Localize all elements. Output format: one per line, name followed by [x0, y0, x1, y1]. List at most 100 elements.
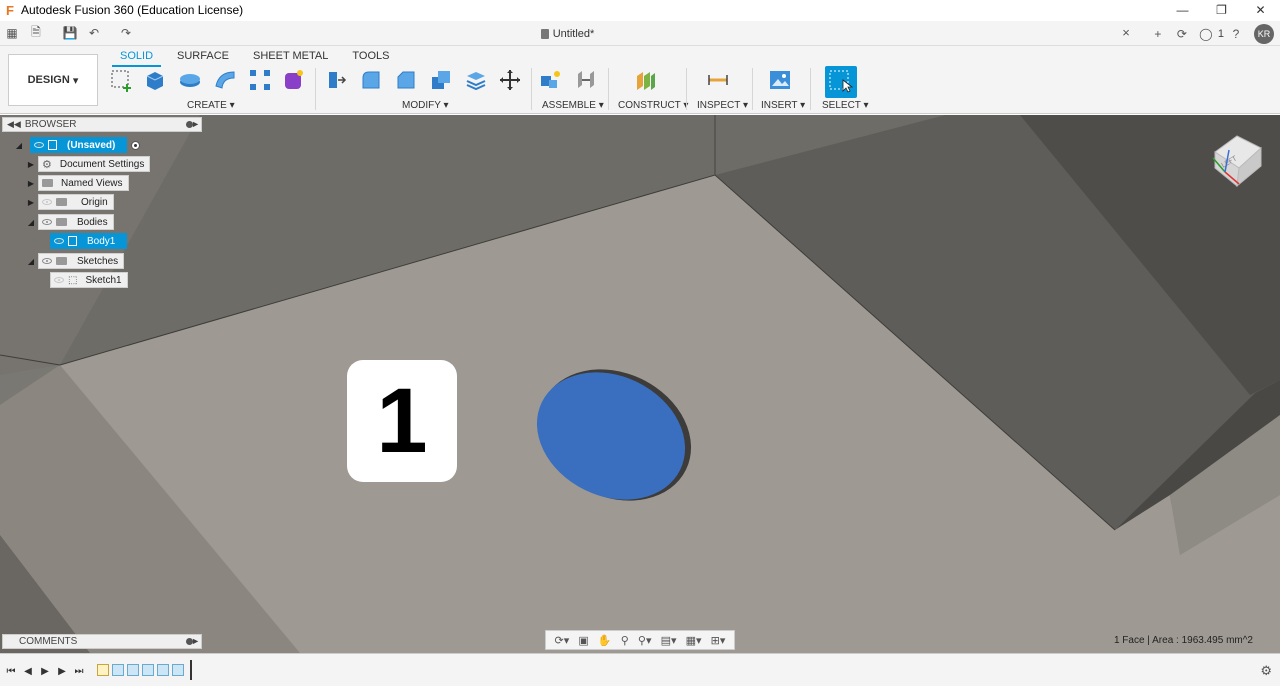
- named-views-node[interactable]: Named Views: [38, 175, 129, 191]
- new-component-icon[interactable]: [539, 68, 563, 92]
- timeline-feature-item[interactable]: [127, 664, 139, 676]
- revolve-icon[interactable]: [178, 68, 202, 92]
- inspect-menu[interactable]: INSPECT ▾: [697, 100, 748, 111]
- tree-row-body1[interactable]: Body1: [50, 233, 128, 249]
- insert-menu[interactable]: INSERT ▾: [761, 100, 805, 111]
- extensions-icon[interactable]: ⟳: [1170, 21, 1194, 46]
- shell-icon[interactable]: [429, 68, 453, 92]
- timeline-feature-item[interactable]: [172, 664, 184, 676]
- create-menu[interactable]: CREATE ▾: [187, 100, 235, 111]
- orbit-icon[interactable]: ⟳▾: [555, 634, 570, 647]
- collapse-browser-icon[interactable]: ◀◀: [7, 119, 21, 130]
- root-component-node[interactable]: (Unsaved): [30, 137, 128, 153]
- tab-solid[interactable]: SOLID: [108, 48, 165, 67]
- step-forward-icon[interactable]: ▶: [55, 664, 69, 678]
- visibility-eye-icon[interactable]: [54, 238, 64, 244]
- viewcube[interactable]: LEFT: [1205, 128, 1267, 190]
- restore-button[interactable]: ❐: [1202, 0, 1241, 20]
- tree-row-sketches[interactable]: ◢ Sketches: [26, 253, 125, 269]
- zoom-icon[interactable]: ⚲: [621, 634, 629, 647]
- expand-toggle-icon[interactable]: ▶: [26, 194, 36, 210]
- go-to-start-icon[interactable]: ⏮: [4, 664, 18, 678]
- user-avatar[interactable]: KR: [1254, 23, 1274, 44]
- tree-row-bodies[interactable]: ◢ Bodies: [26, 214, 114, 230]
- document-tab[interactable]: Untitled*: [0, 21, 1135, 46]
- measure-icon[interactable]: [706, 68, 730, 92]
- rectangular-pattern-icon[interactable]: [248, 68, 272, 92]
- timeline-feature-item[interactable]: [112, 664, 124, 676]
- timeline-settings-gear-icon[interactable]: ⚙: [1260, 663, 1272, 679]
- timeline-feature-item[interactable]: [157, 664, 169, 676]
- expand-toggle-icon[interactable]: ▶: [26, 156, 36, 172]
- sweep-icon[interactable]: [213, 68, 237, 92]
- fillet-icon[interactable]: [359, 68, 383, 92]
- insert-canvas-icon[interactable]: [768, 68, 792, 92]
- expand-panel-icon[interactable]: ►: [191, 119, 200, 129]
- viewports-icon[interactable]: ⊞▾: [711, 634, 726, 647]
- visibility-eye-icon[interactable]: [34, 142, 44, 148]
- hidden-eye-icon[interactable]: [54, 277, 64, 283]
- activate-component-icon[interactable]: [131, 140, 141, 150]
- move-copy-icon[interactable]: [498, 68, 522, 92]
- offset-plane-icon[interactable]: [634, 68, 658, 92]
- extrude-icon[interactable]: [143, 68, 167, 92]
- minimize-button[interactable]: —: [1163, 0, 1202, 20]
- zoom-window-icon[interactable]: ⚲▾: [638, 634, 652, 647]
- hidden-eye-icon[interactable]: [42, 199, 52, 205]
- sketches-node[interactable]: Sketches: [38, 253, 125, 269]
- expand-panel-icon[interactable]: ►: [191, 636, 200, 646]
- pan-hand-icon[interactable]: ✋: [598, 634, 612, 647]
- go-to-end-icon[interactable]: ⏭: [72, 664, 86, 678]
- browser-panel-header[interactable]: ◀◀ BROWSER ►: [2, 117, 202, 132]
- new-tab-icon[interactable]: +: [1146, 21, 1170, 46]
- look-at-icon[interactable]: ▣: [578, 634, 588, 647]
- form-icon[interactable]: [282, 68, 306, 92]
- collapse-toggle-icon[interactable]: ◢: [14, 137, 24, 153]
- assemble-menu[interactable]: ASSEMBLE ▾: [542, 100, 604, 111]
- construct-menu[interactable]: CONSTRUCT ▾: [618, 100, 688, 111]
- press-pull-icon[interactable]: [324, 68, 348, 92]
- workspace-label: DESIGN: [27, 74, 70, 86]
- tab-tools[interactable]: TOOLS: [340, 48, 401, 64]
- display-settings-icon[interactable]: ▤▾: [661, 634, 677, 647]
- close-window-button[interactable]: ✕: [1241, 0, 1280, 20]
- create-sketch-icon[interactable]: [109, 68, 133, 92]
- canvas-viewport[interactable]: [0, 115, 1280, 653]
- expand-toggle-icon[interactable]: ▶: [26, 175, 36, 191]
- origin-node[interactable]: Origin: [38, 194, 114, 210]
- body1-node[interactable]: Body1: [50, 233, 128, 249]
- job-status-icon[interactable]: ◯: [1194, 21, 1218, 46]
- chamfer-icon[interactable]: [394, 68, 418, 92]
- step-back-icon[interactable]: ◀: [21, 664, 35, 678]
- collapse-toggle-icon[interactable]: ◢: [26, 214, 36, 230]
- select-menu[interactable]: SELECT ▾: [822, 100, 869, 111]
- visibility-eye-icon[interactable]: [42, 258, 52, 264]
- sketches-label: Sketches: [77, 255, 119, 267]
- close-tab-icon[interactable]: ×: [1119, 25, 1133, 41]
- sketch1-node[interactable]: ⬚ Sketch1: [50, 272, 128, 288]
- select-tool-button[interactable]: [825, 66, 857, 98]
- tree-row-sketch1[interactable]: ⬚ Sketch1: [50, 272, 128, 288]
- combine-icon[interactable]: [464, 68, 488, 92]
- bodies-node[interactable]: Bodies: [38, 214, 114, 230]
- help-icon[interactable]: ?: [1224, 21, 1248, 46]
- timeline-feature-item[interactable]: [142, 664, 154, 676]
- document-settings-node[interactable]: ⚙ Document Settings: [38, 156, 151, 172]
- modify-menu[interactable]: MODIFY ▾: [402, 100, 449, 111]
- collapse-toggle-icon[interactable]: ◢: [26, 253, 36, 269]
- tree-row-origin[interactable]: ▶ Origin: [26, 194, 114, 210]
- tab-sheet-metal[interactable]: SHEET METAL: [241, 48, 340, 64]
- joint-icon[interactable]: [574, 68, 598, 92]
- tree-row-document-settings[interactable]: ▶ ⚙ Document Settings: [26, 156, 151, 172]
- body-icon: [68, 236, 77, 246]
- grid-settings-icon[interactable]: ▦▾: [686, 634, 702, 647]
- timeline-marker[interactable]: [190, 660, 192, 680]
- comments-panel-header[interactable]: COMMENTS ►: [2, 634, 202, 649]
- play-icon[interactable]: ▶: [38, 664, 52, 678]
- workspace-switcher[interactable]: DESIGN ▾: [8, 54, 98, 106]
- visibility-eye-icon[interactable]: [42, 219, 52, 225]
- tree-row-named-views[interactable]: ▶ Named Views: [26, 175, 129, 191]
- tab-surface[interactable]: SURFACE: [165, 48, 241, 64]
- timeline-sketch-item[interactable]: [97, 664, 109, 676]
- tree-row-root[interactable]: ◢ (Unsaved): [14, 137, 141, 153]
